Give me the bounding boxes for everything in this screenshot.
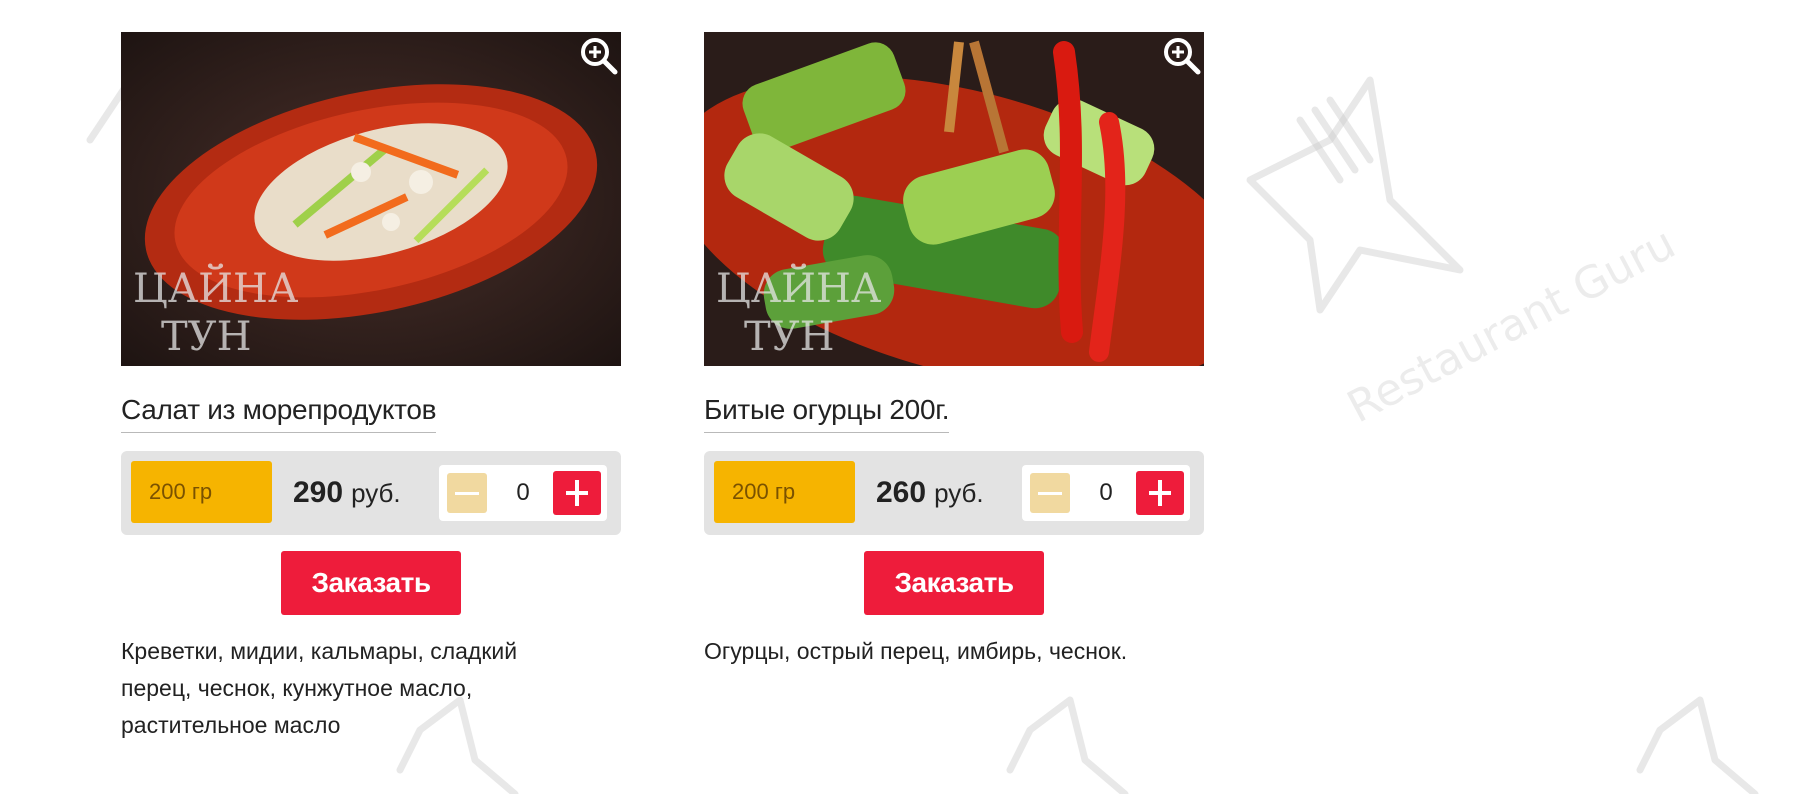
dish-title[interactable]: Битые огурцы 200г. xyxy=(704,394,950,433)
dish-photo[interactable]: ЦАЙНА ТУН xyxy=(121,32,621,366)
menu-item-card: ЦАЙНА ТУН Битые огурцы 200г. 200 гр 260 … xyxy=(704,32,1204,670)
order-button[interactable]: Заказать xyxy=(281,551,461,615)
svg-text:ТУН: ТУН xyxy=(744,314,834,360)
price-value: 290 xyxy=(293,476,344,509)
quantity-value[interactable]: 0 xyxy=(495,465,551,521)
minus-icon[interactable] xyxy=(447,473,487,513)
price-unit: руб. xyxy=(934,477,984,508)
weight-option-button[interactable]: 200 гр xyxy=(131,461,272,523)
logo-text: ЦАЙНА xyxy=(133,264,298,312)
svg-text:ТУН: ТУН xyxy=(161,314,251,360)
order-bar: 200 гр 290 руб. 0 xyxy=(121,451,621,535)
zoom-in-icon[interactable] xyxy=(577,34,619,76)
order-bar: 200 гр 260 руб. 0 xyxy=(704,451,1204,535)
menu-item-card: ЦАЙНА ТУН Салат из морепродуктов 200 гр … xyxy=(121,32,621,744)
smashed-cucumbers-image: ЦАЙНА ТУН xyxy=(704,32,1204,366)
quantity-stepper: 0 xyxy=(439,465,607,521)
zoom-in-icon[interactable] xyxy=(1160,34,1202,76)
weight-option-button[interactable]: 200 гр xyxy=(714,461,855,523)
price-unit: руб. xyxy=(351,477,401,508)
seafood-salad-image: ЦАЙНА ТУН xyxy=(121,32,621,366)
price: 290 руб. xyxy=(293,451,401,535)
quantity-value[interactable]: 0 xyxy=(1078,465,1134,521)
quantity-stepper: 0 xyxy=(1022,465,1190,521)
logo-text: ЦАЙНА xyxy=(716,264,881,312)
dish-title[interactable]: Салат из морепродуктов xyxy=(121,394,436,433)
dish-photo[interactable]: ЦАЙНА ТУН xyxy=(704,32,1204,366)
minus-icon[interactable] xyxy=(1030,473,1070,513)
price: 260 руб. xyxy=(876,451,984,535)
order-button[interactable]: Заказать xyxy=(864,551,1044,615)
price-value: 260 xyxy=(876,476,927,509)
plus-icon[interactable] xyxy=(1136,471,1184,515)
plus-icon[interactable] xyxy=(553,471,601,515)
dish-description: Огурцы, острый перец, имбирь, чеснок. xyxy=(704,638,1128,664)
watermark-brand-text-1: Restaurant Guru xyxy=(1339,217,1684,434)
dish-description: Креветки, мидии, кальмары, сладкий перец… xyxy=(121,638,518,738)
